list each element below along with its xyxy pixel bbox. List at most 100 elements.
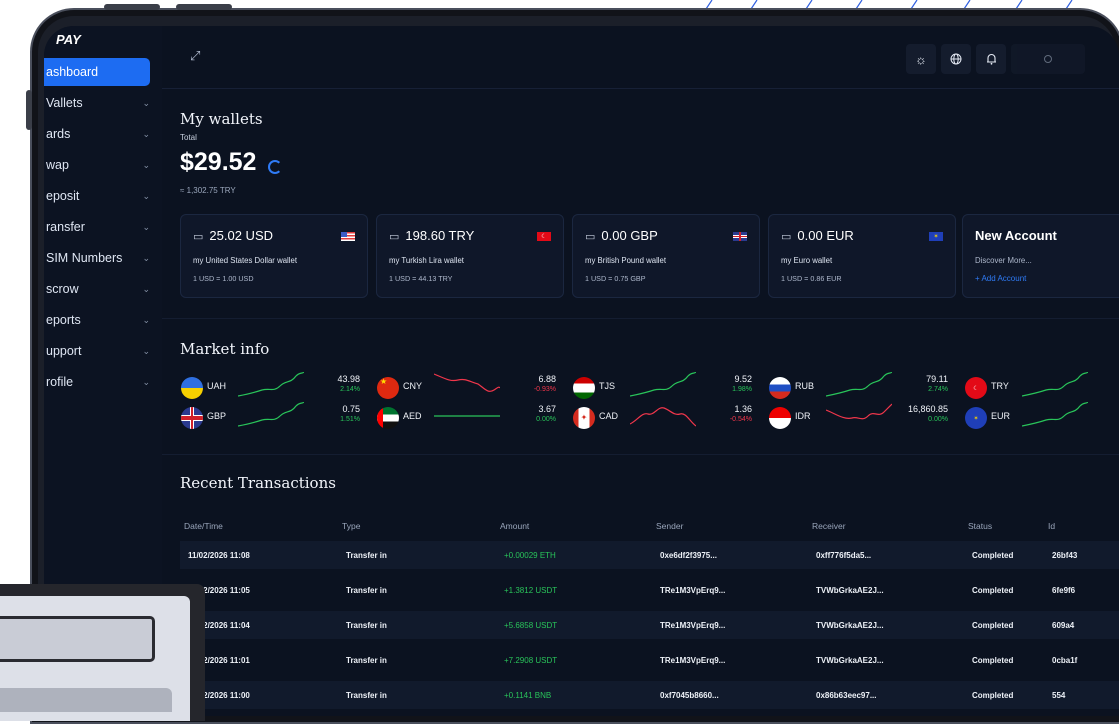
cell-receiver: 0x86b63eec97... [816,691,877,700]
wallet-amount-row: ▭ 25.02 USD [193,228,273,243]
wallet-card[interactable]: ▭ 25.02 USD my United States Dollar wallet… [180,214,368,298]
sidebar-item[interactable]: ards ⌄ [44,120,150,148]
wallet-icon: ▭ [193,231,204,243]
cell-type: Transfer in [346,586,387,595]
sidebar-item[interactable]: rofile ⌄ [44,368,150,396]
sparkline [630,407,696,427]
avatar-icon[interactable] [1011,44,1085,74]
tablet-top-button [104,4,160,10]
sidebar-item[interactable]: ashboard [44,58,150,86]
currency-code: RUB [795,381,815,391]
currency-code: IDR [795,411,811,421]
sidebar-item[interactable]: wap ⌄ [44,151,150,179]
currency-code: UAH [207,381,227,391]
cell-receiver: TVWbGrkaAE2J... [816,621,884,630]
cell-sender: TRe1M3VpErq9... [660,656,726,665]
currency-price: 43.98 [337,374,360,384]
cell-status: Completed [972,621,1014,630]
table-header: Status [968,521,993,531]
wallet-rate: 1 USD = 44.13 TRY [389,274,453,283]
sidebar-item-label: Vallets [46,96,83,110]
sun-icon[interactable]: ☼ [906,44,936,74]
sidebar-item[interactable]: eports ⌄ [44,306,150,334]
sidebar-item-label: ashboard [46,65,99,79]
cell-status: Completed [972,586,1014,595]
wallet-amount: 0.00 GBP [601,228,658,243]
app-screen: PAY ashboard Vallets ⌄ ards ⌄ wap ⌄ eposit ⌄ rans… [44,26,1119,716]
cell-sender: TRe1M3VpErq9... [660,586,726,595]
new-account-card[interactable]: New Account Discover More... + Add Accou… [962,214,1119,298]
currency-price: 1.36 [734,404,752,414]
main-content: My wallets Total $29.52 ≈ 1,302.75 TRY ▭… [162,88,1119,716]
tablet-top-button [176,4,232,10]
market-item[interactable]: TJS 9.52 1.98% [572,372,752,400]
currency-code: TJS [599,381,616,391]
table-row[interactable]: 11/02/2026 11:08 Transfer in +0.00029 ETH 0… [180,541,1119,569]
currency-change: -0.54% [729,416,752,423]
cell-type: Transfer in [346,691,387,700]
table-header: Sender [656,521,684,531]
cell-amount: +5.6858 USDT [504,621,558,630]
market-item[interactable]: ☾ TRY [964,372,1088,400]
wallet-card[interactable]: ▭ 0.00 GBP my British Pound wallet 1 USD = … [572,214,760,298]
sidebar-item[interactable]: SIM Numbers ⌄ [44,244,150,272]
expand-icon[interactable]: ⤢ [190,48,200,64]
market-item[interactable]: AED 3.67 0.00% [376,404,556,430]
flag-icon [768,376,792,400]
table-header: Receiver [812,521,846,531]
market-item[interactable]: ✶ EUR [964,402,1088,430]
market-item[interactable]: GBP 0.75 1.51% [180,402,360,430]
sparkline [434,373,500,392]
refresh-icon[interactable] [268,160,282,174]
sidebar-item[interactable]: scrow ⌄ [44,275,150,303]
flag-icon [572,376,596,400]
sidebar-item-label: upport [46,344,82,358]
cell-id: 6fe9f6 [1052,586,1076,595]
table-header: Amount [500,521,530,531]
market-item[interactable]: UAH 43.98 2.14% [180,372,360,400]
table-row[interactable]: 11/02/2026 11:05 Transfer in +1.3812 USDT T… [180,576,1119,604]
sidebar-item-label: SIM Numbers [46,251,123,265]
sparkline [630,372,696,397]
globe-icon[interactable] [941,44,971,74]
sidebar-item[interactable]: Vallets ⌄ [44,89,150,117]
sparkline [826,372,892,397]
market-item[interactable]: IDR 16,860.85 0.00% [768,403,948,430]
table-row[interactable]: 11/02/2026 11:00 Transfer in +0.1141 BNB 0x… [180,681,1119,709]
currency-change: -0.93% [533,386,556,393]
cell-sender: 0xf7045b8660... [660,691,719,700]
currency-change: 2.14% [340,386,360,393]
cell-receiver: TVWbGrkaAE2J... [816,656,884,665]
app-logo: PAY [56,32,81,47]
sidebar-item-label: eports [46,313,81,327]
cell-amount: +0.1141 BNB [504,691,552,700]
currency-code: AED [403,411,422,421]
flag-icon [341,232,355,241]
cell-id: 554 [1052,691,1066,700]
sidebar-item[interactable]: upport ⌄ [44,337,150,365]
table-row[interactable]: 11/02/2026 11:04 Transfer in +5.6858 USDT T… [180,611,1119,639]
add-account-link[interactable]: + Add Account [975,274,1026,283]
cell-amount: +0.00029 ETH [504,551,556,560]
flag-icon [768,406,792,430]
wallet-card[interactable]: ▭ 198.60 TRY ☾ my Turkish Lira wallet 1 USD … [376,214,564,298]
bell-icon[interactable] [976,44,1006,74]
flag-icon [180,406,204,430]
sidebar-item[interactable]: eposit ⌄ [44,182,150,210]
flag-icon [180,376,204,400]
market-item[interactable]: ★ CNY 6.88 -0.93% [376,373,556,400]
currency-price: 79.11 [926,374,948,384]
market-item[interactable]: RUB 79.11 2.74% [768,372,948,400]
wallet-amount-row: ▭ 0.00 EUR [781,228,854,243]
table-row[interactable]: 11/02/2026 11:01 Transfer in +7.2908 USDT T… [180,646,1119,674]
wallet-card[interactable]: ▭ 0.00 EUR ✶ my Euro wallet 1 USD = 0.86 EUR [768,214,956,298]
sparkline [826,403,892,420]
chevron-down-icon: ⌄ [142,345,150,356]
market-title: Market info [180,340,270,358]
market-item[interactable]: ✦ CAD 1.36 -0.54% [572,404,752,430]
cell-date: 11/02/2026 11:08 [188,551,250,560]
sidebar-item[interactable]: ransfer ⌄ [44,213,150,241]
sparkline [238,402,304,427]
sparkline [1022,402,1088,427]
wallet-rate: 1 USD = 0.75 GBP [585,274,646,283]
